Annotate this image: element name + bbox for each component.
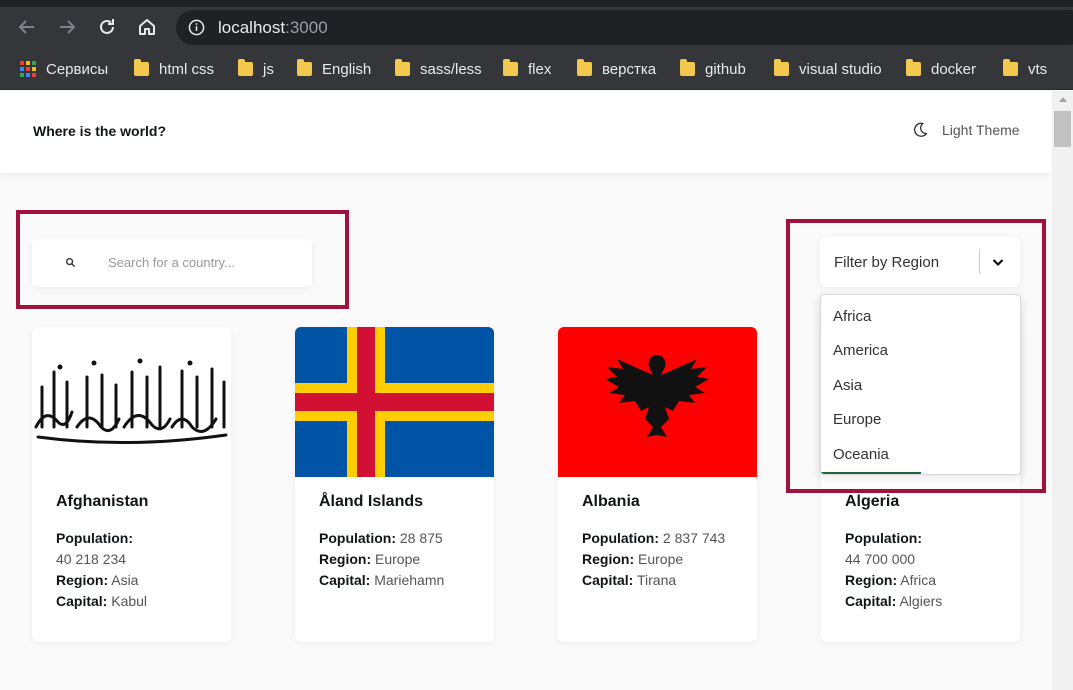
home-button[interactable] xyxy=(135,15,159,39)
population-value: 28 875 xyxy=(399,530,443,546)
address-bar[interactable]: localhost:3000 xyxy=(176,10,1073,45)
region-value: Europe xyxy=(638,551,684,567)
bookmarks-bar: Сервисы html css js English sass/less fl… xyxy=(0,48,1073,90)
region-label: Region: xyxy=(845,572,898,588)
scrollbar-thumb[interactable] xyxy=(1054,111,1071,147)
bookmark-vts[interactable]: vts xyxy=(1003,59,1047,79)
folder-icon xyxy=(238,59,253,76)
population-label: Population: xyxy=(319,530,396,546)
back-button[interactable] xyxy=(15,15,39,39)
page-scrollbar[interactable] xyxy=(1052,91,1073,690)
folder-icon xyxy=(577,59,592,76)
theme-label: Light Theme xyxy=(942,122,1020,138)
app-title: Where is the world? xyxy=(33,123,167,139)
search-highlight-box xyxy=(16,210,349,309)
browser-tab-strip xyxy=(0,0,1073,7)
folder-icon xyxy=(503,59,518,76)
filter-highlight-box xyxy=(786,219,1046,493)
reload-icon xyxy=(100,19,114,34)
bookmark-docker[interactable]: docker xyxy=(906,59,976,79)
url-text: localhost:3000 xyxy=(218,18,328,38)
bookmark-js[interactable]: js xyxy=(238,59,274,79)
reload-button[interactable] xyxy=(95,15,119,39)
bookmark-flex[interactable]: flex xyxy=(503,59,551,79)
bookmark-sass-less[interactable]: sass/less xyxy=(395,59,482,79)
region-value: Europe xyxy=(375,551,421,567)
forward-button[interactable] xyxy=(55,15,79,39)
home-icon xyxy=(139,19,155,35)
arrow-right-icon xyxy=(60,20,76,34)
bookmark-english[interactable]: English xyxy=(297,59,371,79)
bookmark-services[interactable]: Сервисы xyxy=(20,59,108,79)
apps-grid-icon xyxy=(20,61,36,77)
folder-icon xyxy=(1003,59,1018,76)
region-label: Region: xyxy=(582,551,635,567)
country-details: Population: 44 700 000 Region: Africa Ca… xyxy=(845,528,1015,612)
country-card-albania[interactable]: Albania Population: 2 837 743 Region: Eu… xyxy=(558,327,757,642)
url-port: :3000 xyxy=(285,18,328,37)
bookmark-label: English xyxy=(322,60,372,78)
capital-label: Capital: xyxy=(319,572,371,588)
moon-icon xyxy=(914,122,928,137)
capital-value: Kabul xyxy=(111,593,148,609)
aland-islands-flag-image xyxy=(295,327,494,477)
population-value: 40 218 234 xyxy=(56,551,127,567)
folder-icon xyxy=(395,59,410,76)
bookmark-label: sass/less xyxy=(420,60,482,78)
theme-toggle[interactable]: Light Theme xyxy=(912,122,1020,138)
bookmark-label: flex xyxy=(528,60,552,78)
bookmark-label: visual studio xyxy=(799,60,882,78)
bookmark-label: github xyxy=(705,60,746,78)
population-label: Population: xyxy=(56,530,133,546)
population-value: 2 837 743 xyxy=(662,530,726,546)
folder-icon xyxy=(297,59,312,76)
country-details: Population: 2 837 743 Region: Europe Cap… xyxy=(582,528,752,591)
region-value: Asia xyxy=(111,572,139,588)
app-header: Where is the world? Light Theme xyxy=(0,91,1052,173)
capital-value: Mariehamn xyxy=(374,572,445,588)
bookmark-visual-studio[interactable]: visual studio xyxy=(774,59,882,79)
afghanistan-flag-image xyxy=(32,327,231,477)
bookmark-verstka[interactable]: верстка xyxy=(577,59,656,79)
population-label: Population: xyxy=(582,530,659,546)
bookmark-label: vts xyxy=(1028,60,1048,78)
folder-icon xyxy=(906,59,921,76)
bookmark-label: html css xyxy=(159,60,215,78)
bookmark-label: Сервисы xyxy=(46,60,109,78)
folder-icon xyxy=(680,59,695,76)
folder-icon xyxy=(774,59,789,76)
country-details: Population: 40 218 234 Region: Asia Capi… xyxy=(56,528,226,612)
bookmark-label: docker xyxy=(931,60,977,78)
folder-icon xyxy=(134,59,149,76)
browser-toolbar: localhost:3000 xyxy=(0,7,1073,48)
country-name: Albania xyxy=(582,493,640,510)
country-name: Algeria xyxy=(845,493,900,510)
population-value: 44 700 000 xyxy=(845,551,916,567)
country-name: Åland Islands xyxy=(319,493,424,510)
region-value: Africa xyxy=(900,572,937,588)
capital-value: Algiers xyxy=(899,593,943,609)
country-card-afghanistan[interactable]: Afghanistan Population: 40 218 234 Regio… xyxy=(32,327,231,642)
population-label: Population: xyxy=(845,530,922,546)
region-label: Region: xyxy=(56,572,109,588)
bookmark-html-css[interactable]: html css xyxy=(134,59,214,79)
capital-label: Capital: xyxy=(845,593,897,609)
albania-flag-image xyxy=(558,327,757,477)
bookmark-label: js xyxy=(263,60,274,78)
scroll-up-arrow-icon[interactable] xyxy=(1059,97,1067,102)
bookmark-github[interactable]: github xyxy=(680,59,746,79)
site-info-icon[interactable] xyxy=(188,19,205,36)
country-name: Afghanistan xyxy=(56,493,149,510)
bookmark-label: верстка xyxy=(602,60,657,78)
url-host: localhost xyxy=(218,18,286,37)
capital-value: Tirana xyxy=(636,572,677,588)
arrow-left-icon xyxy=(18,20,34,34)
capital-label: Capital: xyxy=(582,572,634,588)
capital-label: Capital: xyxy=(56,593,108,609)
region-label: Region: xyxy=(319,551,372,567)
country-card-aland-islands[interactable]: Åland Islands Population: 28 875 Region:… xyxy=(295,327,494,642)
country-details: Population: 28 875 Region: Europe Capita… xyxy=(319,528,489,591)
